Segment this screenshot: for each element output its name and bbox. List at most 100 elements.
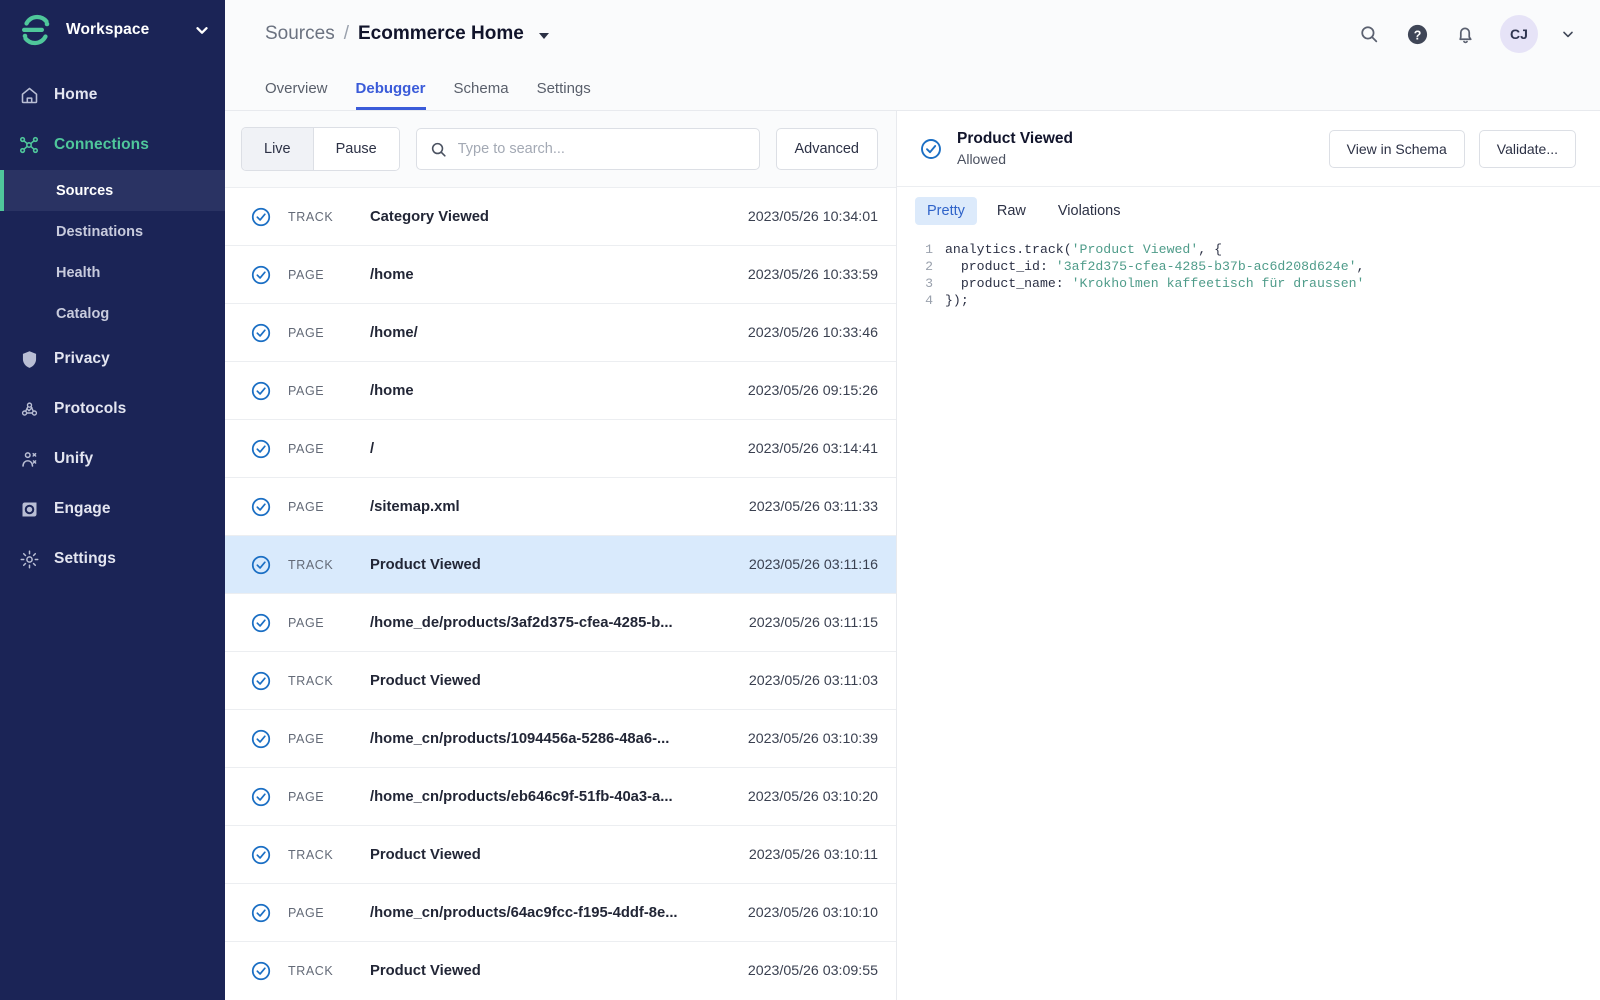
event-timestamp: 2023/05/26 03:11:33 [700, 499, 896, 515]
code-text: product_id: '3af2d375-cfea-4285-b37b-ac6… [945, 258, 1364, 275]
live-button[interactable]: Live [242, 128, 313, 170]
event-type: PAGE [288, 616, 370, 630]
sidebar-item-settings[interactable]: Settings [0, 534, 225, 584]
line-number: 1 [897, 241, 945, 258]
event-name: Product Viewed [370, 963, 700, 979]
sidebar-item-label: Home [54, 86, 97, 104]
table-row[interactable]: PAGE/home2023/05/26 10:33:59 [225, 245, 896, 303]
top-bar-actions: ? CJ [1356, 15, 1576, 53]
check-circle-icon [250, 960, 272, 982]
breadcrumb-parent[interactable]: Sources [265, 23, 335, 45]
event-timestamp: 2023/05/26 03:10:39 [700, 731, 896, 747]
chevron-down-icon[interactable] [539, 33, 549, 39]
line-number: 4 [897, 292, 945, 309]
tab-violations[interactable]: Violations [1046, 197, 1133, 225]
event-timestamp: 2023/05/26 03:11:16 [700, 557, 896, 573]
event-name: Product Viewed [370, 673, 700, 689]
event-type: PAGE [288, 268, 370, 282]
workspace-switcher[interactable]: Workspace [0, 0, 225, 60]
check-circle-icon [250, 380, 272, 402]
breadcrumb-current: Ecommerce Home [358, 23, 524, 45]
event-type: TRACK [288, 674, 370, 688]
top-bar: Sources / Ecommerce Home ? CJ [225, 0, 1600, 68]
event-type: PAGE [288, 906, 370, 920]
chevron-down-icon[interactable] [193, 21, 211, 39]
table-row[interactable]: PAGE/home/2023/05/26 10:33:46 [225, 303, 896, 361]
event-timestamp: 2023/05/26 03:09:55 [700, 963, 896, 979]
check-circle-icon [250, 844, 272, 866]
table-row[interactable]: PAGE/sitemap.xml2023/05/26 03:11:33 [225, 477, 896, 535]
table-row[interactable]: PAGE/home_cn/products/64ac9fcc-f195-4ddf… [225, 883, 896, 941]
check-circle-icon [250, 728, 272, 750]
event-name: Category Viewed [370, 209, 700, 225]
table-row[interactable]: TRACKProduct Viewed2023/05/26 03:11:16 [225, 535, 896, 593]
tab-overview[interactable]: Overview [265, 80, 328, 110]
sidebar-item-health[interactable]: Health [0, 252, 225, 293]
sidebar-item-unify[interactable]: Unify [0, 434, 225, 484]
content: Live Pause Advanced TRACKCategory Viewed… [225, 110, 1600, 1000]
table-row[interactable]: PAGE/home2023/05/26 09:15:26 [225, 361, 896, 419]
check-circle-icon [250, 902, 272, 924]
table-row[interactable]: PAGE/home_cn/products/1094456a-5286-48a6… [225, 709, 896, 767]
table-row[interactable]: TRACKProduct Viewed2023/05/26 03:09:55 [225, 941, 896, 999]
check-circle-icon [250, 554, 272, 576]
avatar[interactable]: CJ [1500, 15, 1538, 53]
table-row[interactable]: PAGE/home_de/products/3af2d375-cfea-4285… [225, 593, 896, 651]
tab-settings[interactable]: Settings [537, 80, 591, 110]
sidebar-item-destinations[interactable]: Destinations [0, 211, 225, 252]
validate-button[interactable]: Validate... [1479, 130, 1576, 168]
avatar-initials: CJ [1510, 26, 1528, 42]
event-name: Product Viewed [370, 847, 700, 863]
view-in-schema-button[interactable]: View in Schema [1329, 130, 1465, 168]
debugger-toolbar: Live Pause Advanced [225, 111, 896, 187]
sidebar-item-home[interactable]: Home [0, 70, 225, 120]
sidebar-nav: Home Connections Sources Destinations He… [0, 70, 225, 584]
event-name: /sitemap.xml [370, 499, 700, 515]
table-row[interactable]: PAGE/2023/05/26 03:14:41 [225, 419, 896, 477]
check-circle-icon [250, 670, 272, 692]
event-payload-code: 1analytics.track('Product Viewed', {2 pr… [897, 235, 1600, 1000]
detail-sub-tabs: Pretty Raw Violations [897, 187, 1600, 235]
search-input[interactable] [458, 141, 747, 157]
event-type: TRACK [288, 558, 370, 572]
tab-schema[interactable]: Schema [454, 80, 509, 110]
event-timestamp: 2023/05/26 03:10:11 [700, 847, 896, 863]
event-type: PAGE [288, 326, 370, 340]
pause-button[interactable]: Pause [313, 128, 399, 170]
sidebar-item-engage[interactable]: Engage [0, 484, 225, 534]
event-timestamp: 2023/05/26 10:34:01 [700, 209, 896, 225]
tab-pretty[interactable]: Pretty [915, 197, 977, 225]
sidebar-item-label: Protocols [54, 400, 126, 418]
detail-title: Product Viewed [957, 130, 1073, 148]
search-field[interactable] [416, 128, 760, 170]
tab-debugger[interactable]: Debugger [356, 80, 426, 110]
tab-raw[interactable]: Raw [985, 197, 1038, 225]
table-row[interactable]: TRACKCategory Viewed2023/05/26 10:34:01 [225, 187, 896, 245]
sidebar-item-catalog[interactable]: Catalog [0, 293, 225, 334]
table-row[interactable]: PAGE/home_cn/products/eb646c9f-51fb-40a3… [225, 767, 896, 825]
table-row[interactable]: TRACKProduct Viewed2023/05/26 03:10:11 [225, 825, 896, 883]
code-line: 4}); [897, 292, 1600, 309]
table-row[interactable]: TRACKProduct Viewed2023/05/26 03:11:03 [225, 651, 896, 709]
event-type: PAGE [288, 500, 370, 514]
sidebar-subitem-label: Health [56, 265, 100, 281]
bell-icon[interactable] [1452, 21, 1478, 47]
sidebar-item-connections[interactable]: Connections [0, 120, 225, 170]
event-type: PAGE [288, 384, 370, 398]
event-name: /home_cn/products/64ac9fcc-f195-4ddf-8e.… [370, 905, 700, 921]
shield-icon [18, 348, 40, 370]
sidebar-item-privacy[interactable]: Privacy [0, 334, 225, 384]
sidebar-item-protocols[interactable]: Protocols [0, 384, 225, 434]
event-name: / [370, 441, 700, 457]
detail-header: Product Viewed Allowed View in Schema Va… [897, 111, 1600, 187]
help-circle-icon[interactable]: ? [1404, 21, 1430, 47]
search-icon[interactable] [1356, 21, 1382, 47]
line-number: 2 [897, 258, 945, 275]
sidebar-item-sources[interactable]: Sources [0, 170, 225, 211]
advanced-button[interactable]: Advanced [776, 128, 879, 170]
chevron-down-icon[interactable] [1560, 26, 1576, 42]
breadcrumb: Sources / Ecommerce Home [265, 23, 549, 45]
page-tabs: Overview Debugger Schema Settings [225, 68, 1600, 110]
event-name: Product Viewed [370, 557, 700, 573]
sidebar-subitem-label: Sources [56, 183, 113, 199]
